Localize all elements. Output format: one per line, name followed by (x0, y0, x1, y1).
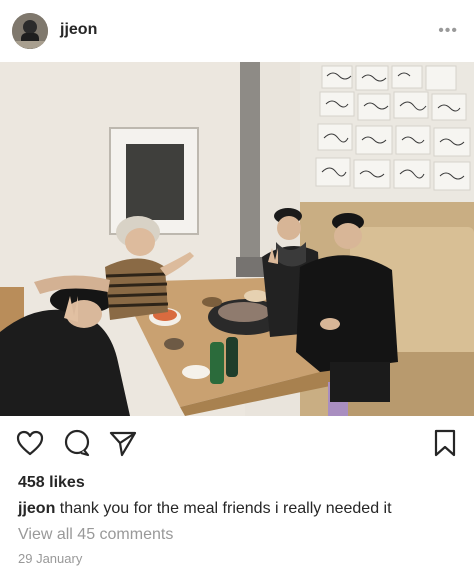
post-action-bar (0, 416, 474, 470)
post-date: 29 January (18, 551, 83, 566)
more-options-icon[interactable]: ••• (438, 22, 458, 40)
share-icon[interactable] (108, 428, 138, 458)
caption-text: thank you for the meal friends i really … (55, 500, 392, 517)
avatar[interactable] (12, 13, 48, 49)
post-photo[interactable] (0, 62, 474, 416)
caption-username[interactable]: jjeon (18, 500, 55, 517)
heart-icon[interactable] (15, 428, 45, 458)
likes-count[interactable]: 458 likes (18, 474, 85, 492)
post-username[interactable]: jjeon (60, 21, 97, 39)
comment-icon[interactable] (62, 428, 92, 458)
post-header: jjeon ••• (0, 0, 474, 62)
bookmark-icon[interactable] (430, 428, 460, 458)
post-caption: jjeon thank you for the meal friends i r… (18, 500, 392, 518)
view-comments-link[interactable]: View all 45 comments (18, 526, 173, 544)
